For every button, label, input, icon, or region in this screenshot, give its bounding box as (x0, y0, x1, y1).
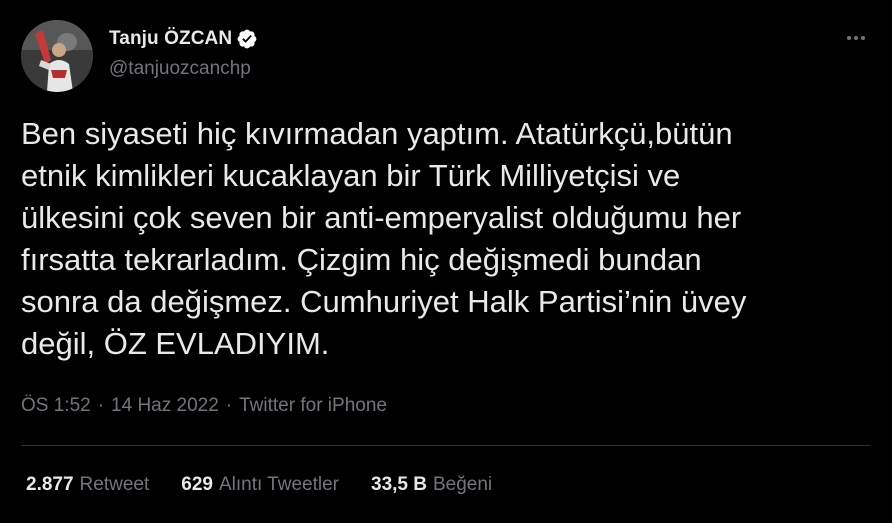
user-avatar-photo-icon (21, 20, 93, 92)
avatar[interactable] (21, 20, 93, 92)
author-name-row[interactable]: Tanju ÖZCAN (109, 26, 258, 52)
tweet-source[interactable]: Twitter for iPhone (239, 395, 387, 417)
tweet-date[interactable]: 14 Haz 2022 (111, 395, 219, 417)
stat-count: 629 (181, 474, 213, 495)
stat-label: Alıntı Tweetler (218, 474, 339, 495)
stat-label: Retweet (79, 474, 150, 495)
verified-badge-icon (236, 28, 258, 50)
tweet-card: Tanju ÖZCAN @tanjuozcanchp Ben siyaseti … (0, 0, 892, 523)
display-name[interactable]: Tanju ÖZCAN (109, 28, 232, 50)
meta-separator: · (97, 395, 105, 416)
tweet-stats: 2.877 Retweet 629 Alıntı Tweetler 33,5 B… (26, 474, 524, 496)
retweet-count[interactable]: 2.877 Retweet (26, 474, 149, 496)
stat-count: 33,5 B (371, 474, 427, 495)
tweet-meta: ÖS 1:52 · 14 Haz 2022 · Twitter for iPho… (21, 395, 387, 417)
meta-separator: · (225, 395, 233, 416)
like-count[interactable]: 33,5 B Beğeni (371, 474, 492, 496)
divider (21, 445, 870, 446)
stat-label: Beğeni (432, 474, 493, 495)
tweet-time[interactable]: ÖS 1:52 (21, 395, 91, 417)
tweet-text: Ben siyaseti hiç kıvırmadan yaptım. Atat… (21, 116, 747, 361)
quote-tweets-count[interactable]: 629 Alıntı Tweetler (181, 474, 339, 496)
user-handle[interactable]: @tanjuozcanchp (109, 58, 251, 80)
more-horizontal-icon[interactable] (842, 26, 870, 50)
stat-count: 2.877 (26, 474, 74, 495)
